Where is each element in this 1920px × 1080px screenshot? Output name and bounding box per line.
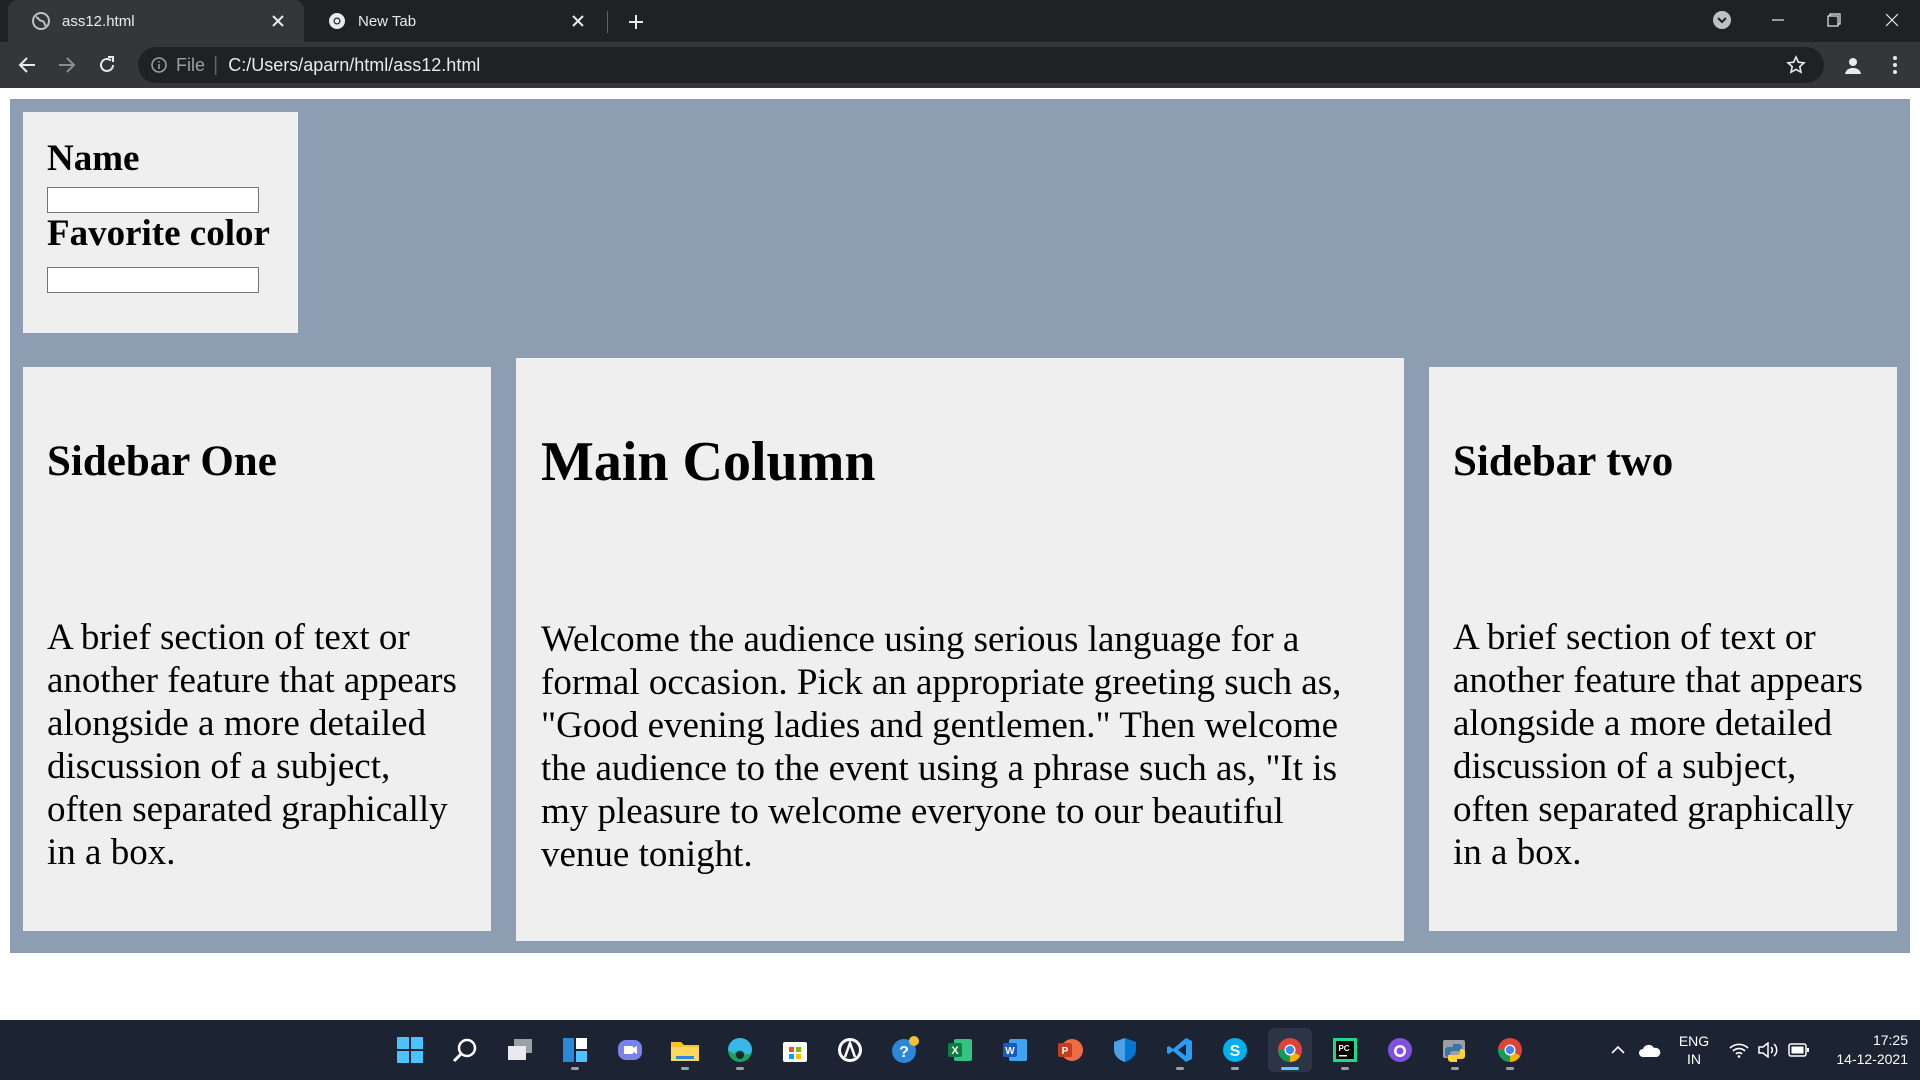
start-icon[interactable]	[388, 1028, 432, 1072]
clock-date: 14-12-2021	[1836, 1051, 1908, 1067]
running-indicator	[1281, 1067, 1299, 1070]
favorite-color-label: Favorite color	[47, 213, 270, 254]
running-indicator	[681, 1067, 689, 1070]
back-button[interactable]	[12, 50, 42, 80]
running-indicator	[1231, 1067, 1239, 1070]
clock-time: 17:25	[1872, 1032, 1908, 1048]
main-column: Main Column Welcome the audience using s…	[516, 358, 1404, 941]
tab-search-button[interactable]	[1694, 0, 1750, 40]
tab-strip: ass12.html New Tab	[0, 0, 1920, 42]
close-tab-icon[interactable]	[266, 9, 290, 33]
github-desktop-icon[interactable]	[1378, 1028, 1422, 1072]
sidebar-two-text: A brief section of text or another featu…	[1453, 617, 1863, 873]
url-text[interactable]: C:/Users/aparn/html/ass12.html	[228, 55, 480, 76]
running-indicator	[1506, 1067, 1514, 1070]
favorite-color-input[interactable]	[47, 267, 259, 293]
reload-button[interactable]	[92, 50, 122, 80]
chrome-icon	[328, 12, 346, 30]
form-panel: Name Favorite color	[23, 112, 298, 333]
minimize-button[interactable]	[1750, 0, 1806, 40]
scheme-label: File	[176, 54, 206, 75]
running-indicator	[1341, 1067, 1349, 1070]
tab-divider	[607, 11, 608, 33]
close-window-button[interactable]	[1864, 0, 1920, 40]
widgets-icon[interactable]	[553, 1028, 597, 1072]
file-explorer-icon[interactable]	[663, 1028, 707, 1072]
tab-ass12[interactable]: ass12.html	[8, 0, 304, 42]
language-region: IN	[1687, 1051, 1701, 1067]
edge-icon[interactable]	[718, 1028, 762, 1072]
sidebar-one: Sidebar One A brief section of text or a…	[23, 367, 491, 931]
search-icon[interactable]	[443, 1028, 487, 1072]
svg-text:P: P	[1062, 1046, 1069, 1057]
language-code: ENG	[1678, 1033, 1710, 1049]
forward-button[interactable]	[52, 50, 82, 80]
svg-text:?: ?	[899, 1044, 909, 1061]
pycharm-icon[interactable]: PC	[1323, 1028, 1367, 1072]
task-view-icon[interactable]	[498, 1028, 542, 1072]
clock[interactable]: 17:25 14-12-2021	[1826, 1020, 1908, 1080]
show-hidden-icons[interactable]	[1610, 1020, 1626, 1080]
address-bar[interactable]: File | C:/Users/aparn/html/ass12.html	[138, 47, 1824, 83]
profile-icon[interactable]	[1838, 50, 1868, 80]
new-tab-button[interactable]	[622, 8, 650, 36]
powerpoint-icon[interactable]: P	[1048, 1028, 1092, 1072]
tab-title: ass12.html	[62, 12, 135, 30]
sidebar-two-heading: Sidebar two	[1453, 438, 1674, 485]
language-indicator[interactable]: ENG IN	[1676, 1020, 1712, 1080]
tab-new-tab[interactable]: New Tab	[304, 0, 604, 42]
sidebar-one-text: A brief section of text or another featu…	[47, 617, 457, 873]
name-input[interactable]	[47, 187, 259, 213]
bookmark-star-icon[interactable]	[1786, 55, 1806, 75]
sidebar-two: Sidebar two A brief section of text or a…	[1429, 367, 1897, 931]
page-viewport: Name Favorite color Sidebar One A brief …	[0, 88, 1920, 1020]
more-menu-icon[interactable]	[1880, 50, 1910, 80]
teams-chat-icon[interactable]	[608, 1028, 652, 1072]
svg-text:PC: PC	[1338, 1044, 1349, 1053]
vscode-icon[interactable]	[1158, 1028, 1202, 1072]
running-indicator	[736, 1067, 744, 1070]
main-column-text: Welcome the audience using serious langu…	[541, 619, 1342, 875]
running-indicator	[571, 1067, 579, 1070]
volume-icon[interactable]	[1757, 1020, 1779, 1080]
excel-icon[interactable]: X	[938, 1028, 982, 1072]
info-icon[interactable]	[150, 56, 168, 74]
sidebar-one-heading: Sidebar One	[47, 438, 277, 485]
taskbar: ? X W P S PC ENG IN 17:25 14-12-2021	[0, 1020, 1920, 1080]
svg-text:S: S	[1230, 1043, 1241, 1060]
skype-icon[interactable]: S	[1213, 1028, 1257, 1072]
store-icon[interactable]	[773, 1028, 817, 1072]
browser-toolbar: File | C:/Users/aparn/html/ass12.html	[0, 42, 1920, 88]
svg-text:X: X	[951, 1045, 959, 1057]
globe-icon	[32, 12, 50, 30]
app-icon[interactable]	[828, 1028, 872, 1072]
chrome-icon[interactable]	[1268, 1028, 1312, 1072]
onedrive-icon[interactable]	[1638, 1020, 1662, 1080]
address-separator: |	[213, 53, 219, 76]
close-tab-icon[interactable]	[566, 9, 590, 33]
running-indicator	[1176, 1067, 1184, 1070]
python-icon[interactable]	[1433, 1028, 1477, 1072]
restore-button[interactable]	[1806, 0, 1862, 40]
running-indicator	[1451, 1067, 1459, 1070]
battery-icon[interactable]	[1788, 1020, 1810, 1080]
name-label: Name	[47, 138, 140, 179]
help-icon[interactable]: ?	[883, 1028, 927, 1072]
svg-text:W: W	[1005, 1046, 1015, 1057]
wifi-icon[interactable]	[1729, 1020, 1749, 1080]
main-column-heading: Main Column	[541, 431, 876, 493]
tab-title: New Tab	[358, 12, 417, 30]
word-icon[interactable]: W	[993, 1028, 1037, 1072]
chrome-alt-icon[interactable]	[1488, 1028, 1532, 1072]
defender-icon[interactable]	[1103, 1028, 1147, 1072]
page-wrapper: Name Favorite color Sidebar One A brief …	[10, 99, 1910, 953]
